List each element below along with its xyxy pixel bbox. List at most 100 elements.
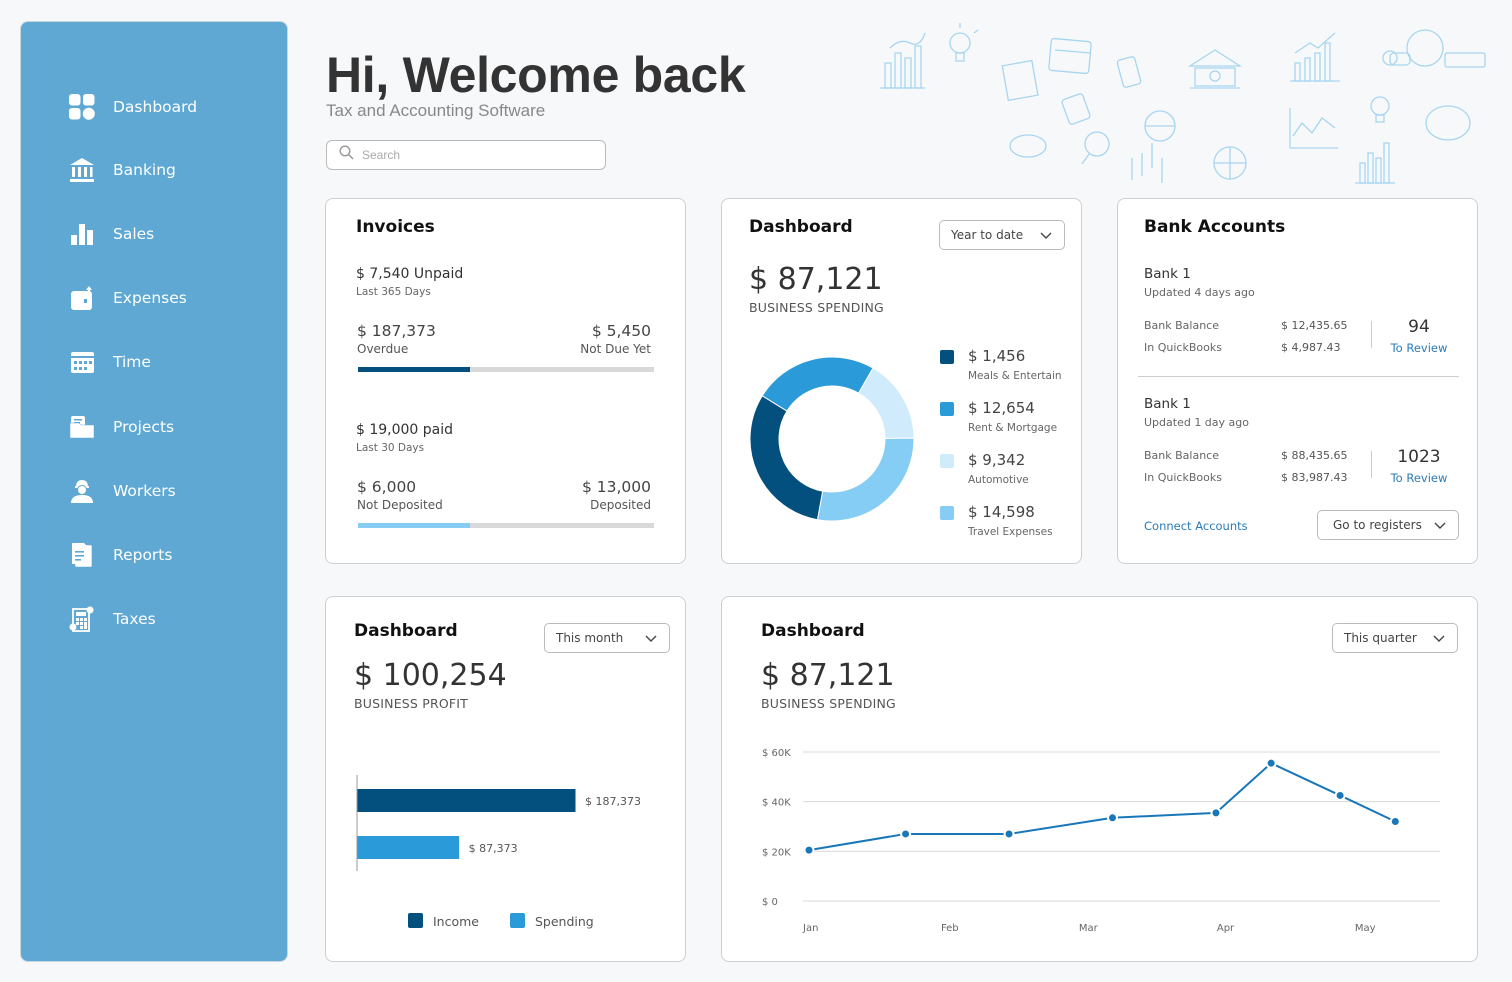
deposited-amount: $ 13,000: [581, 478, 651, 496]
legend-label-travel: Travel Expenses: [968, 526, 1053, 538]
review-count: 1023: [1397, 447, 1441, 467]
profit-bar-chart: $ 187,373 $ 87,373: [356, 775, 641, 871]
bank-accounts-card: Bank Accounts Bank 1 Updated 4 days ago …: [1117, 198, 1478, 564]
x-tick-label: Mar: [1079, 923, 1099, 934]
sidebar-item-label: Time: [113, 353, 151, 371]
unpaid-headline: $ 7,540 Unpaid: [356, 266, 464, 282]
sidebar-item-banking[interactable]: Banking: [67, 150, 176, 190]
bank-updated: Updated 1 day ago: [1144, 416, 1249, 429]
legend-swatch-automotive: [940, 454, 954, 468]
trend-caption: BUSINESS SPENDING: [761, 696, 896, 711]
sidebar-item-workers[interactable]: Workers: [67, 471, 176, 511]
search-field[interactable]: [326, 140, 606, 170]
invoices-title: Invoices: [356, 217, 435, 237]
sidebar-item-expenses[interactable]: Expenses: [67, 278, 187, 318]
search-input[interactable]: [362, 148, 582, 162]
bank-name: Bank 1: [1144, 396, 1191, 412]
x-tick-label: Jan: [802, 923, 818, 934]
y-tick-label: $ 40K: [762, 798, 791, 809]
money-bag-doodle-icon: [1382, 29, 1486, 68]
legend-value-automotive: $ 9,342: [968, 451, 1026, 469]
dropdown-value: Go to registers: [1333, 518, 1422, 532]
sidebar-item-dashboard[interactable]: Dashboard: [67, 87, 197, 127]
bank-icon: [67, 155, 97, 185]
y-tick-label: $ 0: [762, 897, 778, 908]
calendar-doodle-icon: [1048, 37, 1092, 75]
legend-swatch-travel: [940, 506, 954, 520]
period-dropdown-year[interactable]: Year to date: [939, 220, 1065, 250]
legend-label-rent: Rent & Mortgage: [968, 422, 1058, 434]
legend-label-income: Income: [433, 914, 479, 929]
sidebar-item-sales[interactable]: Sales: [67, 214, 154, 254]
spending-card-title: Dashboard: [749, 217, 853, 237]
sidebar-item-time[interactable]: Time: [67, 342, 151, 382]
review-count: 94: [1408, 317, 1430, 337]
spending-trend-card: Dashboard This quarter $ 87,121 BUSINESS…: [721, 596, 1478, 962]
to-review-link[interactable]: To Review: [1381, 471, 1457, 485]
calculator-icon: [67, 604, 97, 634]
lightbulb-doodle-icon-2: [1370, 96, 1390, 123]
legend-value-meals: $ 1,456: [968, 347, 1026, 365]
data-point: [803, 844, 815, 856]
to-review-link[interactable]: To Review: [1381, 341, 1457, 355]
candlestick-doodle-icon: [1131, 143, 1163, 183]
sidebar-item-label: Dashboard: [113, 98, 198, 116]
spending-caption: BUSINESS SPENDING: [749, 300, 884, 315]
sidebar-item-label: Expenses: [113, 289, 187, 307]
sidebar-item-label: Projects: [113, 418, 175, 436]
legend-swatch-meals: [940, 350, 954, 364]
piggy-bank-doodle-icon: [1425, 105, 1471, 141]
data-point: [1334, 789, 1346, 801]
bar-chart-doodle-icon: [880, 32, 926, 89]
period-dropdown-month[interactable]: This month: [544, 623, 670, 653]
legend-label-meals: Meals & Entertain: [968, 370, 1062, 382]
sidebar-item-reports[interactable]: Reports: [67, 535, 172, 575]
dashboard-grid-icon: [67, 92, 97, 122]
bank-building-doodle-icon: [1187, 49, 1243, 89]
y-tick-label: $ 20K: [762, 847, 791, 858]
spending-line-chart: $ 0 $ 20K $ 40K $ 60K Jan Feb Mar Apr May: [762, 748, 1440, 934]
sidebar-item-label: Taxes: [113, 610, 156, 628]
legend-swatch-rent: [940, 402, 954, 416]
overdue-amount: $ 187,373: [357, 322, 436, 340]
unpaid-progress-bar: [358, 367, 654, 372]
bar-label-income: $ 187,373: [585, 795, 641, 808]
document-icon: [67, 540, 97, 570]
notepad-doodle-icon: [1001, 59, 1039, 102]
divider: [1371, 451, 1372, 478]
dropdown-value: Year to date: [951, 228, 1024, 242]
phone-doodle-icon: [1116, 56, 1142, 88]
finance-doodles-illustration: [880, 23, 1486, 184]
data-point: [900, 828, 912, 840]
profit-card-title: Dashboard: [354, 621, 458, 641]
dropdown-value: This month: [556, 631, 624, 645]
chevron-down-icon: [645, 635, 657, 642]
line-chart-doodle-icon: [1289, 108, 1338, 149]
chevron-down-icon: [1040, 232, 1052, 239]
sidebar-item-taxes[interactable]: Taxes: [67, 599, 156, 639]
data-point: [1210, 807, 1222, 819]
profit-bar-card: Dashboard This month $ 100,254 BUSINESS …: [325, 596, 686, 962]
connect-accounts-link[interactable]: Connect Accounts: [1144, 519, 1248, 533]
bank-balance-label: Bank Balance: [1144, 319, 1219, 332]
bank-name: Bank 1: [1144, 266, 1191, 282]
sidebar-item-projects[interactable]: Projects: [67, 407, 174, 447]
pie-chart-doodle-icon-2: [1213, 146, 1247, 180]
magnifier-doodle-icon: [1081, 131, 1110, 165]
sidebar-item-label: Banking: [113, 161, 176, 179]
quickbooks-label: In QuickBooks: [1144, 341, 1222, 354]
sidebar: Dashboard Banking Sales Expenses Time Pr…: [20, 21, 288, 962]
calculator-doodle-icon: [1061, 93, 1091, 125]
period-dropdown-quarter[interactable]: This quarter: [1332, 623, 1458, 653]
unpaid-period: Last 365 Days: [356, 286, 431, 298]
spending-total: $ 87,121: [749, 262, 883, 297]
overdue-label: Overdue: [357, 342, 409, 356]
bar-chart-doodle-icon-2: [1355, 142, 1395, 184]
go-to-registers-dropdown[interactable]: Go to registers: [1317, 510, 1459, 540]
trend-total: $ 87,121: [761, 658, 895, 693]
x-tick-label: Apr: [1217, 923, 1235, 934]
unpaid-progress-fill: [358, 367, 471, 372]
spending-donut-card: Dashboard Year to date $ 87,121 BUSINESS…: [721, 198, 1082, 564]
page-title: Hi, Welcome back: [326, 47, 746, 103]
paid-progress-bar: [358, 523, 654, 528]
